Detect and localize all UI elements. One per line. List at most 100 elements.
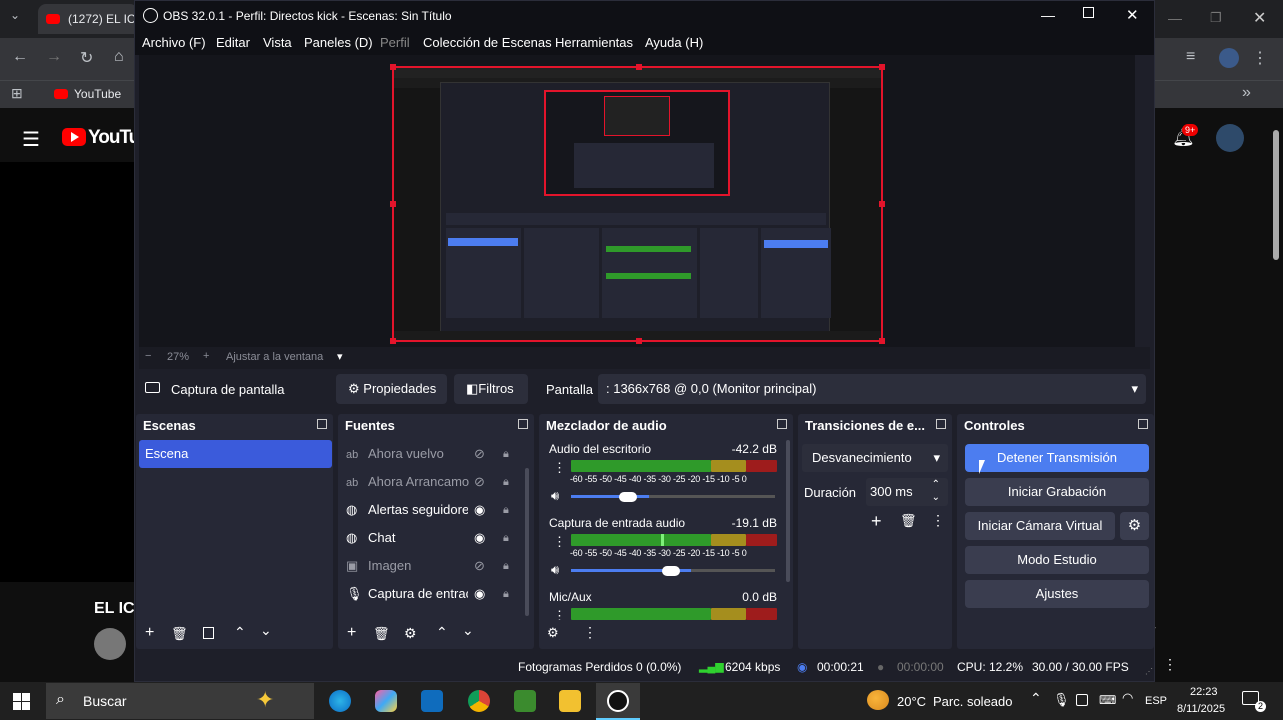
resize-grip-icon[interactable]: ⋰	[1145, 667, 1153, 676]
source-settings-icon[interactable]: ⚙	[404, 625, 417, 642]
browser-menu-dots-icon[interactable]: ⋮	[1163, 656, 1177, 673]
browser-tab[interactable]: (1272) EL ICE	[38, 4, 138, 34]
resize-handle[interactable]	[390, 338, 396, 344]
lock-icon[interactable]: 🔒︎	[503, 580, 509, 608]
filters-button[interactable]: ◧Filtros	[454, 374, 528, 404]
resize-handle[interactable]	[390, 64, 396, 70]
obs-maximize-icon[interactable]	[1083, 7, 1094, 18]
move-up-icon[interactable]: ⌃	[436, 624, 448, 641]
screen-select[interactable]: : 1366x768 @ 0,0 (Monitor principal) ▾	[598, 374, 1146, 404]
zoom-out-icon[interactable]: −	[145, 350, 151, 362]
spin-down-icon[interactable]: ⌄	[932, 484, 940, 512]
virtual-camera-button[interactable]: Iniciar Cámara Virtual	[965, 512, 1115, 540]
menu-editar[interactable]: Editar	[216, 35, 250, 50]
remove-scene-icon[interactable]: 🗑︎	[171, 626, 188, 642]
youtube-logo-icon[interactable]	[62, 128, 86, 146]
channel-menu-icon[interactable]: ⋮	[553, 534, 566, 550]
clock-time[interactable]: 22:23	[1190, 686, 1218, 698]
lock-icon[interactable]: 🔒︎	[503, 468, 509, 496]
start-recording-button[interactable]: Iniciar Grabación	[965, 478, 1149, 506]
resize-handle[interactable]	[390, 201, 396, 207]
transition-menu-icon[interactable]: ⋮	[931, 512, 945, 529]
apps-icon[interactable]: ⊞	[11, 85, 23, 102]
resize-handle[interactable]	[636, 338, 642, 344]
resize-handle[interactable]	[879, 64, 885, 70]
weather-desc[interactable]: Parc. soleado	[933, 694, 1013, 709]
speaker-icon[interactable]: 🔊︎	[551, 488, 559, 504]
lock-icon[interactable]: 🔒︎	[503, 496, 509, 524]
preview-source-frame[interactable]	[390, 64, 885, 344]
preview-canvas[interactable]	[139, 55, 1135, 347]
float-dock-icon[interactable]	[777, 419, 787, 429]
add-transition-icon[interactable]: +	[871, 511, 882, 532]
edge-icon[interactable]	[329, 690, 351, 712]
file-explorer-icon[interactable]	[559, 690, 581, 712]
tab-list-icon[interactable]: ⌄	[10, 8, 20, 22]
float-dock-icon[interactable]	[518, 419, 528, 429]
eye-icon[interactable]: ◉	[474, 524, 485, 552]
source-item[interactable]: ◍ Alertas seguidore: ◉ 🔒︎	[346, 496, 524, 524]
obs-taskbar-item[interactable]	[596, 683, 640, 720]
menu-herramientas[interactable]: Herramientas	[555, 35, 633, 50]
weather-temp[interactable]: 20°C	[897, 694, 926, 709]
move-down-icon[interactable]: ⌄	[260, 622, 272, 639]
wifi-icon[interactable]: ◠	[1122, 690, 1133, 706]
remove-transition-icon[interactable]: 🗑︎	[900, 513, 917, 529]
home-icon[interactable]: ⌂	[114, 48, 124, 66]
source-item[interactable]: 🎙︎ Captura de entrac ◉ 🔒︎	[346, 580, 524, 608]
volume-knob[interactable]	[619, 492, 637, 502]
zoom-in-icon[interactable]: +	[203, 350, 209, 362]
weather-icon[interactable]	[867, 690, 889, 710]
outlook-icon[interactable]	[421, 690, 443, 712]
menu-ayuda[interactable]: Ayuda (H)	[645, 35, 703, 50]
menu-vista[interactable]: Vista	[263, 35, 292, 50]
studio-mode-button[interactable]: Modo Estudio	[965, 546, 1149, 574]
advanced-audio-icon[interactable]: ⚙	[547, 625, 559, 641]
source-item[interactable]: ab Ahora Arrancamo ⊘ 🔒︎	[346, 468, 524, 496]
duration-spinbox[interactable]: 300 ms ⌃ ⌄	[866, 478, 948, 506]
copilot-icon[interactable]	[375, 690, 397, 712]
hamburger-icon[interactable]: ☰	[22, 127, 40, 152]
add-scene-icon[interactable]: +	[145, 624, 154, 642]
chrome-icon[interactable]	[468, 690, 490, 712]
minimize-icon[interactable]: —	[1168, 10, 1182, 26]
sources-scrollbar[interactable]	[525, 468, 529, 616]
eye-icon[interactable]: ◉	[474, 496, 485, 524]
battery-icon[interactable]	[1076, 694, 1088, 706]
source-item[interactable]: ab Ahora vuelvo ⊘ 🔒︎	[346, 440, 524, 468]
back-icon[interactable]: ←	[12, 48, 28, 66]
add-source-icon[interactable]: +	[347, 624, 356, 642]
menu-perfil[interactable]: Perfil	[380, 35, 410, 50]
channel-menu-icon[interactable]: ⋮	[553, 460, 566, 476]
minecraft-icon[interactable]	[514, 690, 536, 712]
mixer-scrollbar[interactable]	[786, 440, 790, 582]
zoom-dropdown-icon[interactable]: ▾	[337, 350, 343, 363]
channel-avatar[interactable]	[94, 628, 126, 660]
eye-icon[interactable]: ◉	[474, 580, 485, 608]
menu-paneles[interactable]: Paneles (D)	[304, 35, 373, 50]
menu-coleccion[interactable]: Colección de Escenas	[423, 35, 552, 50]
menu-icon[interactable]: ⋮	[1252, 48, 1268, 68]
forward-icon[interactable]: →	[46, 48, 62, 66]
clock-date[interactable]: 8/11/2025	[1177, 703, 1225, 715]
tray-chevron-icon[interactable]: ⌃	[1030, 690, 1042, 707]
lock-icon[interactable]: 🔒︎	[503, 440, 509, 468]
source-item[interactable]: ▣ Imagen ⊘ 🔒︎	[346, 552, 524, 580]
mic-icon[interactable]: 🎙︎	[1053, 692, 1070, 708]
resize-handle[interactable]	[879, 338, 885, 344]
close-icon[interactable]: ✕	[1253, 8, 1266, 28]
profile-avatar[interactable]	[1219, 48, 1239, 68]
hidden-eye-icon[interactable]: ⊘	[474, 552, 485, 580]
mixer-menu-icon[interactable]: ⋮	[583, 624, 597, 641]
scrollbar-thumb[interactable]	[1273, 130, 1279, 260]
virtual-camera-settings-icon[interactable]: ⚙	[1120, 512, 1149, 540]
stop-stream-button[interactable]: Detener Transmisión	[965, 444, 1149, 472]
hidden-eye-icon[interactable]: ⊘	[474, 440, 485, 468]
float-dock-icon[interactable]	[936, 419, 946, 429]
more-bookmarks-icon[interactable]: »	[1242, 84, 1251, 102]
fit-window-label[interactable]: Ajustar a la ventana	[226, 351, 323, 363]
video-player[interactable]	[0, 162, 134, 582]
scene-item[interactable]: Escena	[139, 440, 332, 468]
settings-button[interactable]: Ajustes	[965, 580, 1149, 608]
menu-archivo[interactable]: Archivo (F)	[142, 35, 206, 50]
